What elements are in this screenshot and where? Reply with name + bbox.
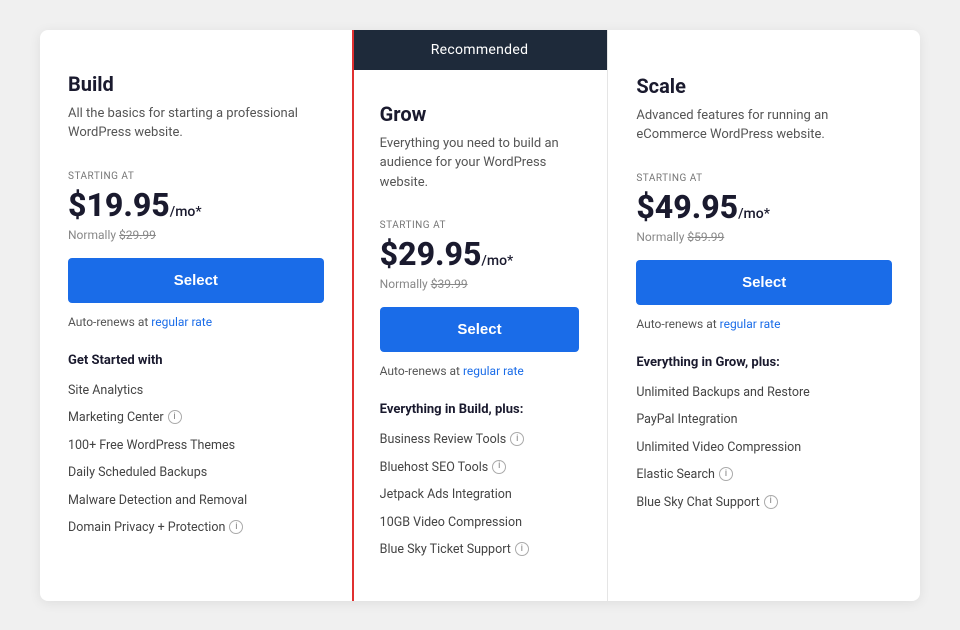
plan-build-price: $19.95: [68, 186, 170, 224]
info-icon[interactable]: i: [510, 432, 524, 446]
plan-build-auto-renew: Auto-renews at regular rate: [68, 315, 324, 329]
plan-scale-period: /mo*: [738, 206, 770, 222]
list-item: 10GB Video Compression: [380, 514, 580, 532]
list-item: Domain Privacy + Protectioni: [68, 519, 324, 537]
list-item: Malware Detection and Removal: [68, 492, 324, 510]
plan-build-name: Build: [68, 72, 324, 96]
plan-scale-name: Scale: [636, 74, 892, 98]
plan-grow-regular-rate-link[interactable]: regular rate: [463, 364, 524, 378]
info-icon[interactable]: i: [719, 467, 733, 481]
plan-scale-regular-rate-link[interactable]: regular rate: [720, 317, 781, 331]
list-item: Elastic Searchi: [636, 466, 892, 484]
plan-grow-select-button[interactable]: Select: [380, 307, 580, 352]
plan-grow-period: /mo*: [481, 253, 513, 269]
plan-build-period: /mo*: [170, 204, 202, 220]
list-item: Unlimited Backups and Restore: [636, 384, 892, 402]
plan-grow-wrapper: Recommended Grow Everything you need to …: [352, 30, 609, 601]
plan-scale-starting-label: STARTING AT: [636, 173, 892, 184]
info-icon[interactable]: i: [168, 410, 182, 424]
plan-build-normal: Normally $29.99: [68, 228, 324, 242]
list-item: Jetpack Ads Integration: [380, 486, 580, 504]
recommended-banner: Recommended: [352, 30, 608, 70]
plan-grow-normal-price: $39.99: [431, 277, 468, 291]
list-item: Business Review Toolsi: [380, 431, 580, 449]
plan-scale-select-button[interactable]: Select: [636, 260, 892, 305]
plan-grow-price-row: $29.95 /mo*: [380, 235, 580, 273]
plan-scale-desc: Advanced features for running an eCommer…: [636, 106, 892, 145]
plan-scale: Scale Advanced features for running an e…: [608, 30, 920, 601]
plan-build-desc: All the basics for starting a profession…: [68, 104, 324, 143]
plan-build-starting-label: STARTING AT: [68, 171, 324, 182]
plan-scale-normal-price: $59.99: [687, 230, 724, 244]
info-icon[interactable]: i: [492, 460, 506, 474]
list-item: Bluehost SEO Toolsi: [380, 459, 580, 477]
plan-build-normal-price: $29.99: [119, 228, 156, 242]
list-item: PayPal Integration: [636, 411, 892, 429]
plan-grow-desc: Everything you need to build an audience…: [380, 134, 580, 193]
list-item: Blue Sky Chat Supporti: [636, 494, 892, 512]
list-item: Marketing Centeri: [68, 409, 324, 427]
plan-grow-name: Grow: [380, 102, 580, 126]
plan-build: Build All the basics for starting a prof…: [40, 30, 354, 601]
recommended-label: Recommended: [431, 42, 529, 58]
list-item: Daily Scheduled Backups: [68, 464, 324, 482]
list-item: 100+ Free WordPress Themes: [68, 437, 324, 455]
plan-scale-normal: Normally $59.99: [636, 230, 892, 244]
info-icon[interactable]: i: [764, 495, 778, 509]
plan-grow: Grow Everything you need to build an aud…: [352, 70, 608, 601]
list-item: Site Analytics: [68, 382, 324, 400]
plan-scale-price-row: $49.95 /mo*: [636, 188, 892, 226]
plan-grow-auto-renew: Auto-renews at regular rate: [380, 364, 580, 378]
plan-grow-features-title: Everything in Build, plus:: [380, 402, 580, 417]
info-icon[interactable]: i: [515, 542, 529, 556]
list-item: Unlimited Video Compression: [636, 439, 892, 457]
plan-grow-price: $29.95: [380, 235, 482, 273]
pricing-table: Build All the basics for starting a prof…: [40, 30, 920, 601]
plan-build-select-button[interactable]: Select: [68, 258, 324, 303]
plan-build-features-title: Get Started with: [68, 353, 324, 368]
plan-scale-auto-renew: Auto-renews at regular rate: [636, 317, 892, 331]
plan-grow-starting-label: STARTING AT: [380, 220, 580, 231]
plan-scale-features-title: Everything in Grow, plus:: [636, 355, 892, 370]
plan-build-price-row: $19.95 /mo*: [68, 186, 324, 224]
info-icon[interactable]: i: [229, 520, 243, 534]
plan-scale-price: $49.95: [636, 188, 738, 226]
plan-grow-normal: Normally $39.99: [380, 277, 580, 291]
list-item: Blue Sky Ticket Supporti: [380, 541, 580, 559]
plan-build-regular-rate-link[interactable]: regular rate: [151, 315, 212, 329]
